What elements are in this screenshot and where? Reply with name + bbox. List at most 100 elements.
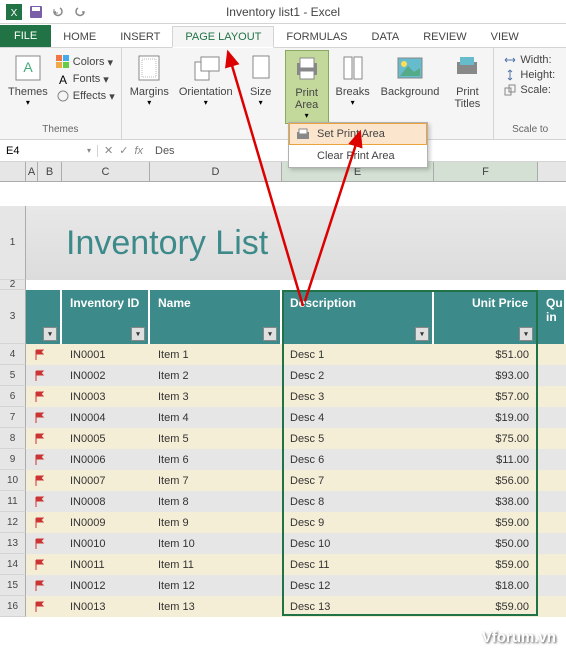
undo-icon[interactable]	[48, 2, 68, 22]
clear-print-area-item[interactable]: Clear Print Area	[289, 145, 427, 167]
table-row[interactable]: IN0012Item 12Desc 12$18.00	[26, 575, 566, 596]
col-b[interactable]: B	[38, 162, 62, 181]
table-row[interactable]: IN0007Item 7Desc 7$56.00	[26, 470, 566, 491]
table-row[interactable]: IN0013Item 13Desc 13$59.00	[26, 596, 566, 617]
effects-button[interactable]: Effects ▾	[54, 88, 117, 104]
col-d[interactable]: D	[150, 162, 282, 181]
th-inventory-id[interactable]: Inventory ID▾	[62, 290, 150, 344]
price-cell: $93.00	[434, 365, 538, 386]
tab-insert[interactable]: INSERT	[108, 27, 172, 47]
save-icon[interactable]	[26, 2, 46, 22]
th-description[interactable]: Description▾	[282, 290, 434, 344]
tab-review[interactable]: REVIEW	[411, 27, 478, 47]
breaks-icon	[337, 52, 369, 84]
print-area-button[interactable]: Print Area▾	[285, 50, 329, 124]
scale-scale[interactable]: Scale:	[504, 84, 556, 96]
filter-icon[interactable]: ▾	[131, 327, 145, 341]
set-print-area-item[interactable]: Set Print Area	[289, 123, 427, 145]
size-button[interactable]: Size▾	[239, 50, 283, 124]
flag-icon	[34, 391, 46, 403]
th-name[interactable]: Name▾	[150, 290, 282, 344]
fonts-button[interactable]: AFonts ▾	[54, 71, 117, 87]
tab-page-layout[interactable]: PAGE LAYOUT	[172, 26, 274, 48]
table-row[interactable]: IN0004Item 4Desc 4$19.00	[26, 407, 566, 428]
table-row[interactable]: IN0003Item 3Desc 3$57.00	[26, 386, 566, 407]
background-button[interactable]: Background	[377, 50, 444, 124]
flag-cell	[26, 554, 62, 575]
row-10[interactable]: 10	[0, 470, 26, 491]
table-row[interactable]: IN0002Item 2Desc 2$93.00	[26, 365, 566, 386]
row-11[interactable]: 11	[0, 491, 26, 512]
row-16[interactable]: 16	[0, 596, 26, 617]
effects-icon	[56, 89, 70, 103]
name-cell: Item 7	[150, 470, 282, 491]
qty-cell	[538, 407, 566, 428]
flag-cell	[26, 386, 62, 407]
table-row[interactable]: IN0008Item 8Desc 8$38.00	[26, 491, 566, 512]
quick-access-toolbar: X Inventory list1 - Excel	[0, 0, 566, 24]
table-row[interactable]: IN0010Item 10Desc 10$50.00	[26, 533, 566, 554]
cancel-icon[interactable]: ✕	[104, 144, 113, 157]
row-5[interactable]: 5	[0, 365, 26, 386]
tab-file[interactable]: FILE	[0, 25, 51, 47]
print-area-icon	[291, 53, 323, 85]
filter-icon[interactable]: ▾	[43, 327, 57, 341]
row-14[interactable]: 14	[0, 554, 26, 575]
select-all-corner[interactable]	[0, 162, 26, 181]
fx-icon[interactable]: fx	[134, 145, 143, 157]
description-cell: Desc 8	[282, 491, 434, 512]
row-3[interactable]: 3	[0, 290, 26, 344]
row-12[interactable]: 12	[0, 512, 26, 533]
colors-button[interactable]: Colors ▾	[54, 54, 117, 70]
th-quantity[interactable]: Qu in	[538, 290, 566, 344]
th-flag[interactable]: ▾	[26, 290, 62, 344]
filter-icon[interactable]: ▾	[415, 327, 429, 341]
description-cell: Desc 4	[282, 407, 434, 428]
th-unit-price[interactable]: Unit Price▾	[434, 290, 538, 344]
qty-cell	[538, 512, 566, 533]
col-a[interactable]: A	[26, 162, 38, 181]
inventory-id-cell: IN0006	[62, 449, 150, 470]
filter-icon[interactable]: ▾	[519, 327, 533, 341]
col-c[interactable]: C	[62, 162, 150, 181]
row-15[interactable]: 15	[0, 575, 26, 596]
themes-button[interactable]: A Themes ▾	[4, 50, 52, 124]
margins-button[interactable]: Margins▾	[126, 50, 173, 124]
orientation-button[interactable]: Orientation▾	[175, 50, 237, 124]
tab-view[interactable]: VIEW	[479, 27, 531, 47]
name-cell: Item 12	[150, 575, 282, 596]
table-row[interactable]: IN0001Item 1Desc 1$51.00	[26, 344, 566, 365]
flag-cell	[26, 470, 62, 491]
name-box[interactable]: E4▾	[0, 145, 98, 157]
table-row[interactable]: IN0005Item 5Desc 5$75.00	[26, 428, 566, 449]
filter-icon[interactable]: ▾	[263, 327, 277, 341]
description-cell: Desc 13	[282, 596, 434, 617]
col-f[interactable]: F	[434, 162, 538, 181]
row-9[interactable]: 9	[0, 449, 26, 470]
table-row[interactable]: IN0011Item 11Desc 11$59.00	[26, 554, 566, 575]
row-2[interactable]: 2	[0, 280, 26, 290]
price-cell: $19.00	[434, 407, 538, 428]
enter-icon[interactable]: ✓	[119, 144, 128, 157]
tab-data[interactable]: DATA	[360, 27, 412, 47]
price-cell: $18.00	[434, 575, 538, 596]
scale-height[interactable]: Height:	[504, 69, 556, 81]
breaks-button[interactable]: Breaks▾	[331, 50, 375, 124]
table-row[interactable]: IN0009Item 9Desc 9$59.00	[26, 512, 566, 533]
tab-home[interactable]: HOME	[51, 27, 108, 47]
table-row[interactable]: IN0006Item 6Desc 6$11.00	[26, 449, 566, 470]
price-cell: $38.00	[434, 491, 538, 512]
tab-formulas[interactable]: FORMULAS	[274, 27, 359, 47]
row-6[interactable]: 6	[0, 386, 26, 407]
redo-icon[interactable]	[70, 2, 90, 22]
row-8[interactable]: 8	[0, 428, 26, 449]
qty-cell	[538, 596, 566, 617]
row-7[interactable]: 7	[0, 407, 26, 428]
row-4[interactable]: 4	[0, 344, 26, 365]
print-titles-button[interactable]: Print Titles	[445, 50, 489, 124]
print-titles-icon	[451, 52, 483, 84]
scale-width[interactable]: Width:	[504, 54, 556, 66]
row-13[interactable]: 13	[0, 533, 26, 554]
qty-cell	[538, 449, 566, 470]
row-1[interactable]: 1	[0, 206, 26, 280]
